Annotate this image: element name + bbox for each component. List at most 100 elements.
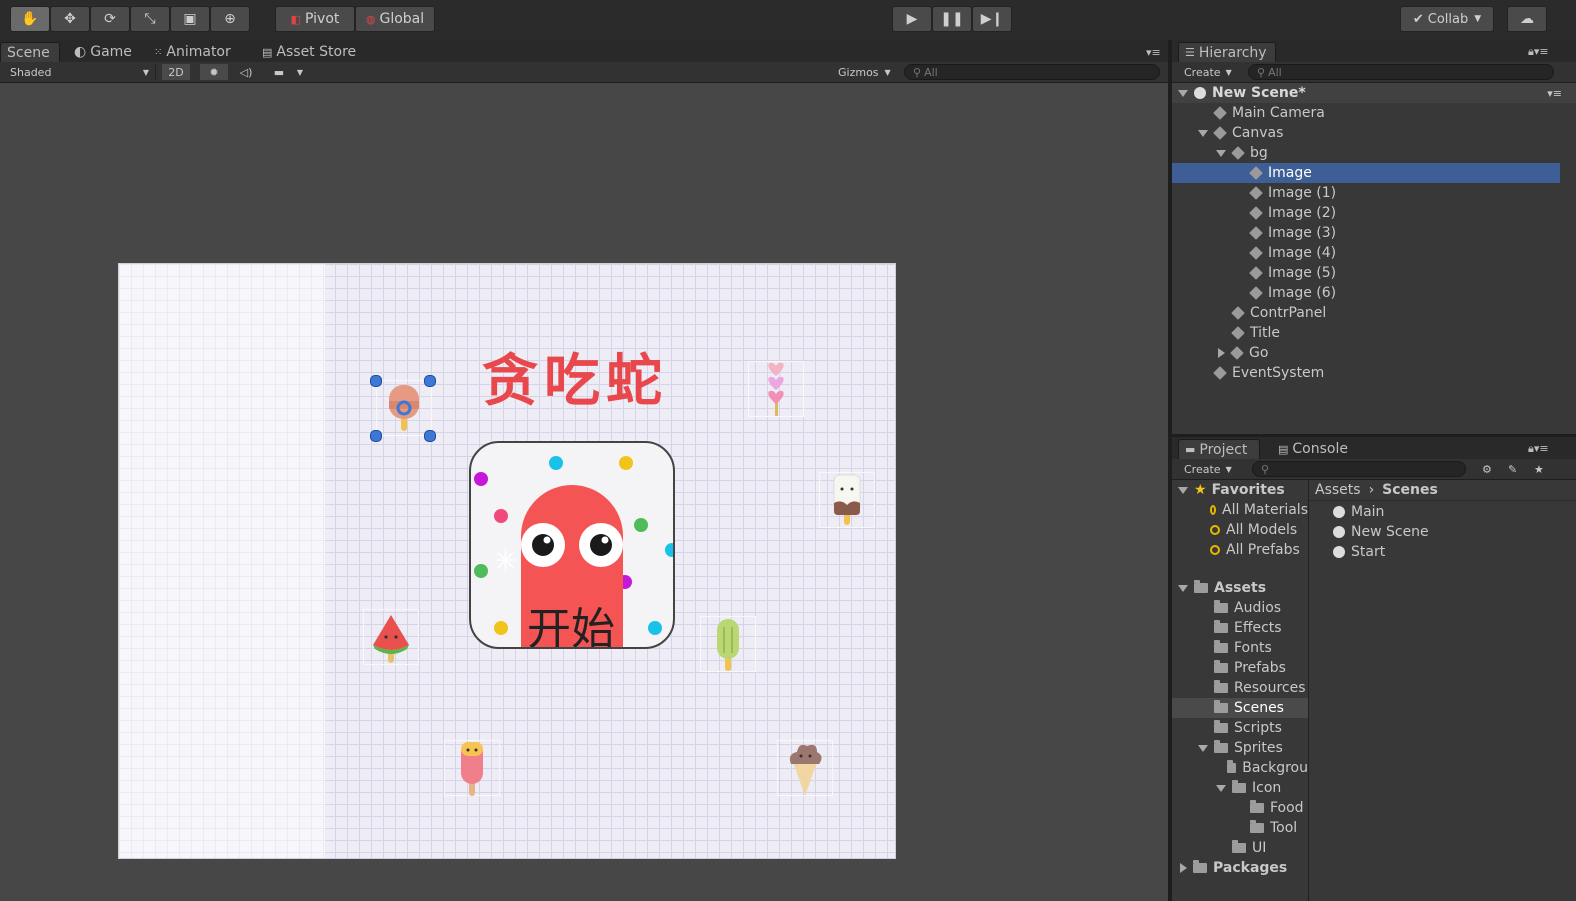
scene-search-input[interactable]: ⚲ All [904,64,1160,80]
hierarchy-item[interactable]: Title [1172,323,1560,343]
scene-panel-menu-icon[interactable]: ▾≡ [1140,42,1167,62]
favorite-item[interactable]: All Materials [1172,500,1308,520]
hierarchy-item[interactable]: Image (6) [1172,283,1560,303]
global-button[interactable]: ◍ Global [355,6,435,32]
audio-toggle[interactable]: ◁) [232,64,260,80]
2d-toggle[interactable]: 2D [162,64,190,80]
transform-tool-button[interactable]: ⊕ [210,6,250,32]
watermelon-popsicle-sprite[interactable] [363,609,419,665]
folder-item[interactable]: Backgrou [1172,758,1308,778]
folder-item[interactable]: Sprites [1172,738,1308,758]
project-create-dropdown[interactable]: Create ▼ [1178,461,1240,477]
hierarchy-create-dropdown[interactable]: Create ▼ [1178,64,1240,80]
effects-toggle[interactable]: ▬ [266,64,292,80]
milk-popsicle-sprite[interactable] [819,472,875,528]
folder-item[interactable]: Effects [1172,618,1308,638]
favorite-item[interactable]: All Models [1172,520,1308,540]
tab-project[interactable]: ▬ Project [1178,439,1260,459]
hierarchy-item[interactable]: EventSystem [1172,363,1560,383]
expand-arrow-icon[interactable] [1198,129,1208,137]
tab-animator[interactable]: ⁙ Animator [148,42,237,62]
pause-button[interactable]: ❚❚ [932,6,972,32]
filter-type-icon[interactable]: ⚙ [1476,461,1498,477]
hierarchy-item[interactable]: Image (1) [1172,183,1560,203]
hierarchy-item-label: Image (3) [1268,225,1337,241]
hand-tool-button[interactable]: ✋ [10,6,50,32]
pink-popsicle-sprite[interactable] [444,740,500,796]
hierarchy-lock-icon[interactable]: 🔒︎▾≡ [1522,42,1555,62]
folder-item[interactable]: Icon [1172,778,1308,798]
tab-hierarchy[interactable]: ☰ Hierarchy [1178,42,1276,62]
tab-scene[interactable]: Scene [0,42,60,62]
ice-cream-cone-icon [789,744,822,796]
lighting-toggle[interactable]: ✹ [200,64,228,80]
folder-item[interactable]: Resources [1172,678,1308,698]
play-button[interactable]: ▶ [892,6,932,32]
scene-menu-icon[interactable]: ▾≡ [1547,87,1562,100]
resize-handle-bottom-right[interactable] [424,430,436,442]
project-lock-icon[interactable]: 🔒︎▾≡ [1522,439,1555,459]
collab-button[interactable]: ✔ Collab ▼ [1400,6,1494,32]
favorites-header[interactable]: ★ Favorites [1172,480,1308,500]
folder-item[interactable]: Scenes [1172,698,1308,718]
hierarchy-item[interactable]: Image (4) [1172,243,1560,263]
pivot-button[interactable]: ◧ Pivot [275,6,355,32]
heart-skewer-sprite[interactable] [748,361,804,417]
tab-console[interactable]: ▤ Console [1272,439,1354,459]
hierarchy-item[interactable]: Image (3) [1172,223,1560,243]
expand-arrow-icon[interactable] [1216,149,1226,157]
hierarchy-item[interactable]: Canvas [1172,123,1560,143]
favorite-star-icon[interactable]: ★ [1528,461,1550,477]
green-popsicle-sprite[interactable] [700,616,756,672]
hierarchy-item-label: Image (4) [1268,245,1337,261]
rotate-tool-button[interactable]: ⟳ [90,6,130,32]
hierarchy-item[interactable]: bg [1172,143,1560,163]
hierarchy-item[interactable]: Image [1172,163,1560,183]
shading-mode-dropdown[interactable]: Shaded ▼ [4,64,156,80]
rect-tool-button[interactable]: ▣ [170,6,210,32]
hierarchy-item[interactable]: Main Camera [1172,103,1560,123]
folder-item[interactable]: UI [1172,838,1308,858]
cloud-button[interactable]: ☁ [1507,6,1547,32]
packages-header[interactable]: Packages [1172,858,1308,878]
ice-cream-cone-sprite[interactable] [777,740,833,796]
gizmos-dropdown[interactable]: Gizmos ▼ [832,64,896,80]
selected-popsicle-sprite[interactable] [376,380,432,436]
hierarchy-item-label: EventSystem [1232,365,1325,381]
hierarchy-item[interactable]: Image (5) [1172,263,1560,283]
favorite-item[interactable]: All Prefabs [1172,540,1308,560]
hierarchy-search-input[interactable]: ⚲ All [1248,64,1554,80]
folder-item[interactable]: Scripts [1172,718,1308,738]
hierarchy-item[interactable]: Go [1172,343,1560,363]
effects-dropdown[interactable]: ▼ [292,64,308,80]
scene-file-item[interactable]: New Scene [1309,522,1576,542]
hierarchy-item[interactable]: ContrPanel [1172,303,1560,323]
scene-file-item[interactable]: Start [1309,542,1576,562]
hierarchy-scene-header[interactable]: New Scene* ▾≡ [1172,83,1576,103]
folder-item[interactable]: Tool [1172,818,1308,838]
step-button[interactable]: ▶❙ [972,6,1012,32]
breadcrumb-scenes[interactable]: Scenes [1382,482,1438,498]
start-button[interactable]: ✳ 开始 [469,441,675,649]
folder-item[interactable]: Fonts [1172,638,1308,658]
resize-handle-top-right[interactable] [424,375,436,387]
expand-arrow-icon[interactable] [1216,784,1226,792]
folder-item[interactable]: Food [1172,798,1308,818]
assets-header[interactable]: Assets [1172,578,1308,598]
scene-view[interactable]: 贪吃蛇 ✳ 开始 [0,83,1168,901]
folder-item[interactable]: Prefabs [1172,658,1308,678]
tab-game[interactable]: ◐ Game [68,42,138,62]
expand-arrow-icon[interactable] [1198,744,1208,752]
scale-tool-button[interactable]: ⤡ [130,6,170,32]
move-tool-button[interactable]: ✥ [50,6,90,32]
resize-handle-bottom-left[interactable] [370,430,382,442]
tab-asset-store[interactable]: ▤ Asset Store [256,42,362,62]
breadcrumb-assets[interactable]: Assets [1315,482,1361,498]
hierarchy-item[interactable]: Image (2) [1172,203,1560,223]
scene-file-item[interactable]: Main [1309,502,1576,522]
collapse-arrow-icon[interactable] [1218,348,1225,358]
folder-item[interactable]: Audios [1172,598,1308,618]
project-search-input[interactable]: ⚲ [1252,461,1466,477]
resize-handle-top-left[interactable] [370,375,382,387]
filter-label-icon[interactable]: ✎ [1502,461,1524,477]
